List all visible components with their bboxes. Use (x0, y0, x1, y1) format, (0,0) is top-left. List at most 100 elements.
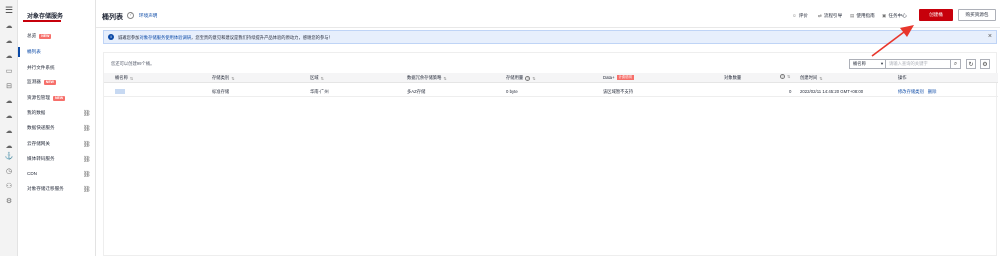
external-link-icon[interactable]: ⛓ (83, 141, 91, 148)
sidebar-item-resource-pack[interactable]: 资源包管理 NEW (27, 95, 66, 101)
delete-link[interactable]: 删除 (928, 89, 937, 94)
sidebar-item-label: 桶列表 (27, 49, 41, 54)
bucket-name-link[interactable] (115, 89, 125, 94)
sort-icon[interactable]: ⇅ (443, 76, 446, 81)
table-header: 桶名称 ⇅ 存储类别 ⇅ 区域 ⇅ 数据冗余存储策略 ⇅ 存储用量? ⇅ Data+ 计费说… (104, 73, 998, 83)
buy-resource-pack-button[interactable]: 购买资源包 (958, 9, 996, 21)
sidebar: 对象存储服务 总览 NEW 桶列表 并行文件系统 监测器 NEW 资源包管理 N… (18, 0, 115, 256)
cloud-icon[interactable]: ☁ (4, 127, 14, 137)
clock-icon[interactable]: ◷ (4, 167, 14, 177)
notice-link[interactable]: 环境声明 (139, 13, 157, 19)
sidebar-item-my-data[interactable]: 我的数据 (27, 110, 45, 116)
sidebar-item-label: 监测器 (27, 79, 41, 84)
settings-icon[interactable]: ⚙ (4, 197, 14, 207)
help-icon[interactable]: ? ⇅ (778, 74, 790, 79)
link-label: 流程引导 (823, 13, 843, 18)
help-icon[interactable]: ? (127, 12, 134, 19)
sidebar-item-overview[interactable]: 总览 NEW (27, 33, 52, 39)
guide-link[interactable]: ⇄ 流程引导 (818, 13, 842, 19)
sidebar-item-label: 云存储网关 (27, 141, 50, 146)
help-icon[interactable]: ? (780, 74, 785, 79)
col-label: 创建时间 (800, 75, 818, 80)
cell-data-plus: 该区域暂不支持 (603, 89, 634, 94)
filter-value: 桶名称 (853, 61, 866, 66)
sort-icon[interactable]: ⇅ (130, 76, 133, 81)
create-bucket-button[interactable]: 创建桶 (919, 9, 953, 21)
billing-badge[interactable]: 计费说明 (616, 75, 634, 80)
menu-icon[interactable]: ☰ (4, 5, 14, 15)
col-bucket-name[interactable]: 桶名称 ⇅ (115, 75, 133, 81)
col-redundancy[interactable]: 数据冗余存储策略 ⇅ (407, 75, 447, 81)
anchor-icon[interactable]: ⚓ (4, 152, 14, 162)
col-usage[interactable]: 存储用量? ⇅ (506, 75, 536, 81)
smile-icon: ☺ (792, 13, 797, 18)
banner-text: 诚邀您参加对象存储服务使用体验调研，您宝贵的意见和建议是我们持续提升产品体验的原… (118, 35, 333, 41)
new-badge: NEW (52, 95, 66, 101)
sort-icon[interactable]: ⇅ (321, 76, 324, 81)
sidebar-item-storage-gateway[interactable]: 云存储网关 (27, 141, 50, 147)
sidebar-item-media-transcode[interactable]: 媒体转码服务 (27, 156, 55, 162)
search-icon[interactable]: ⌕ (950, 59, 961, 69)
sidebar-item-data-express[interactable]: 数据快递服务 (27, 125, 55, 131)
col-created-time[interactable]: 创建时间 ⇅ (800, 75, 823, 81)
cloud-icon[interactable]: ☁ (4, 97, 14, 107)
external-link-icon[interactable]: ⛓ (83, 110, 91, 117)
col-region[interactable]: 区域 ⇅ (310, 75, 324, 81)
sidebar-item-cdn[interactable]: CDN (27, 171, 37, 176)
bucket-count-text: 您还可以创建99个桶。 (111, 61, 155, 66)
sidebar-item-migration[interactable]: 对象存储迁移服务 (27, 186, 64, 192)
people-icon[interactable]: ⚇ (4, 182, 14, 192)
info-icon: i (108, 34, 114, 40)
sort-icon[interactable]: ⇅ (231, 76, 234, 81)
link-label: 使用指南 (856, 13, 875, 18)
cloud-icon[interactable]: ☁ (4, 52, 14, 62)
sidebar-item-label: 媒体转码服务 (27, 156, 55, 161)
help-icon[interactable]: ? (525, 75, 531, 81)
sidebar-item-label: 资源包管理 (27, 95, 50, 100)
external-link-icon[interactable]: ⛓ (83, 156, 91, 163)
page-title: 桶列表 (102, 14, 123, 21)
cloud-icon[interactable]: ☁ (4, 112, 14, 122)
task-icon: ▣ (882, 13, 887, 18)
settings-icon[interactable]: ⚙ (980, 59, 990, 69)
refresh-icon[interactable]: ↻ (966, 59, 976, 69)
external-link-icon[interactable]: ⛓ (83, 171, 91, 178)
manual-link[interactable]: ▤ 使用指南 (850, 13, 875, 19)
task-center-link[interactable]: ▣ 任务中心 (882, 13, 907, 19)
sort-icon[interactable]: ⇅ (532, 76, 535, 81)
modify-storage-class-link[interactable]: 修改存储类别 (898, 89, 924, 94)
sidebar-title: 对象存储服务 (27, 14, 64, 20)
sidebar-item-label: 总览 (27, 33, 37, 38)
cloud-icon[interactable]: ☁ (4, 37, 14, 47)
cell-object-count: 0 (789, 89, 792, 94)
active-indicator (18, 47, 20, 57)
cell-created-time: 2022/02/11 14:45:20 GMT+08:00 (800, 89, 864, 94)
external-link-icon[interactable]: ⛓ (83, 186, 91, 193)
col-operations: 操作 (898, 75, 907, 81)
col-object-count[interactable]: 对象数量 (724, 75, 741, 81)
cloud-icon[interactable]: ☁ (4, 142, 14, 152)
cell-storage-class: 标准存储 (212, 89, 230, 94)
external-link-icon[interactable]: ⛓ (83, 125, 91, 132)
database-icon[interactable]: ⊟ (4, 82, 14, 92)
sidebar-item-label: 数据快递服务 (27, 125, 55, 130)
col-storage-class[interactable]: 存储类别 ⇅ (212, 75, 235, 81)
sidebar-item-monitor[interactable]: 监测器 NEW (27, 79, 56, 85)
sidebar-item-parallel-fs[interactable]: 并行文件系统 (27, 65, 55, 71)
banner-prefix: 诚邀您参加 (118, 35, 140, 40)
cloud-icon[interactable]: ☁ (4, 22, 14, 32)
icon-rail: ☰ ☁ ☁ ☁ ▭ ⊟ ☁ ☁ ☁ ☁ ⚓ ◷ ⚇ ⚙ (0, 0, 18, 256)
sidebar-item-bucket-list[interactable]: 桶列表 (27, 49, 41, 55)
col-label: 区域 (310, 75, 319, 80)
flow-icon: ⇄ (818, 13, 822, 18)
sort-icon[interactable]: ⇅ (787, 74, 790, 79)
table-row: 标准存储 华南-广州 多AZ存储 0 byte 该区域暂不支持 0 2022/0… (104, 86, 998, 97)
new-badge: NEW (39, 33, 52, 39)
feedback-link[interactable]: ☺ 评价 (792, 13, 808, 19)
filter-select[interactable]: 桶名称 ▾ (849, 59, 886, 69)
close-icon[interactable]: × (988, 33, 992, 40)
bucket-list-panel: 您还可以创建99个桶。 桶名称 ▾ 请输入查询的关键字 ⌕ ↻ ⚙ 桶名称 ⇅ 存… (103, 52, 998, 256)
server-icon[interactable]: ▭ (4, 67, 14, 77)
survey-link[interactable]: 对象存储服务使用体验调研 (139, 35, 191, 40)
sort-icon[interactable]: ⇅ (819, 76, 822, 81)
